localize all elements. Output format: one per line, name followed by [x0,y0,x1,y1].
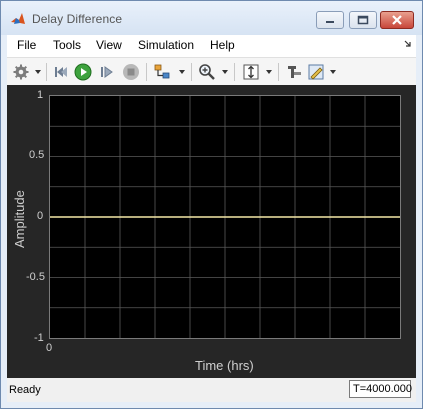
fit-axes-caret-icon[interactable] [266,70,272,74]
status-text: Ready [9,384,41,396]
zoom-caret-icon[interactable] [222,70,228,74]
minimize-icon [326,21,334,23]
toolbar-separator [278,63,279,81]
settings-caret-icon[interactable] [35,70,41,74]
y-tick-label: -0.5 [26,271,45,283]
scope-window: Delay Difference File Tools View Simulat… [0,0,423,409]
y-axis-label: Amplitude [12,190,27,248]
signal-select-caret-icon[interactable] [179,70,185,74]
plot-area[interactable] [49,95,401,339]
highlight-icon [308,64,324,80]
run-button[interactable] [73,62,93,82]
highlight-caret-icon[interactable] [330,70,336,74]
fit-axes-button[interactable] [241,62,261,82]
minimize-button[interactable] [316,11,344,29]
highlight-button[interactable] [306,62,326,82]
settings-button[interactable] [11,62,31,82]
signal-select-icon [154,64,170,79]
data-cursor-button[interactable] [284,62,304,82]
y-tick-label: 0 [37,210,44,222]
step-back-icon [55,67,67,77]
title-bar[interactable]: Delay Difference [1,1,422,35]
toolbar-separator [234,63,235,81]
x-axis-label: Time (hrs) [195,358,254,373]
zoom-button[interactable] [197,62,217,82]
close-icon [392,15,402,25]
y-tick-label: 0.5 [29,149,45,161]
run-icon [74,63,92,81]
menu-tools[interactable]: Tools [53,38,81,52]
simulation-time: T=4000.000 [349,380,412,398]
menu-bar: File Tools View Simulation Help [7,35,416,57]
toolbar-separator [191,63,192,81]
y-tick-label: -1 [34,332,44,344]
stop-icon [123,64,139,80]
toolbar [7,57,416,86]
y-tick-label: 1 [37,89,44,101]
menu-simulation[interactable]: Simulation [138,38,194,52]
gear-icon [13,64,29,80]
status-bar: Ready T=4000.000 [7,378,416,402]
window-title: Delay Difference [32,12,123,26]
close-button[interactable] [380,11,414,29]
data-cursor-icon [288,66,301,78]
fit-axes-icon [243,64,259,80]
matlab-logo-icon [11,13,25,24]
menu-help[interactable]: Help [210,38,235,52]
step-forward-button[interactable] [97,62,117,82]
undock-arrow-icon[interactable] [404,40,412,48]
x-tick-label: 0 [46,342,53,354]
maximize-button[interactable] [349,11,377,29]
stop-button[interactable] [121,62,141,82]
menu-file[interactable]: File [17,38,36,52]
step-back-button[interactable] [51,62,71,82]
toolbar-separator [146,63,147,81]
signal-select-button[interactable] [152,62,172,82]
step-forward-icon [101,66,113,78]
maximize-icon [357,15,369,25]
menu-view[interactable]: View [96,38,122,52]
zoom-icon [199,64,215,80]
toolbar-separator [46,63,47,81]
